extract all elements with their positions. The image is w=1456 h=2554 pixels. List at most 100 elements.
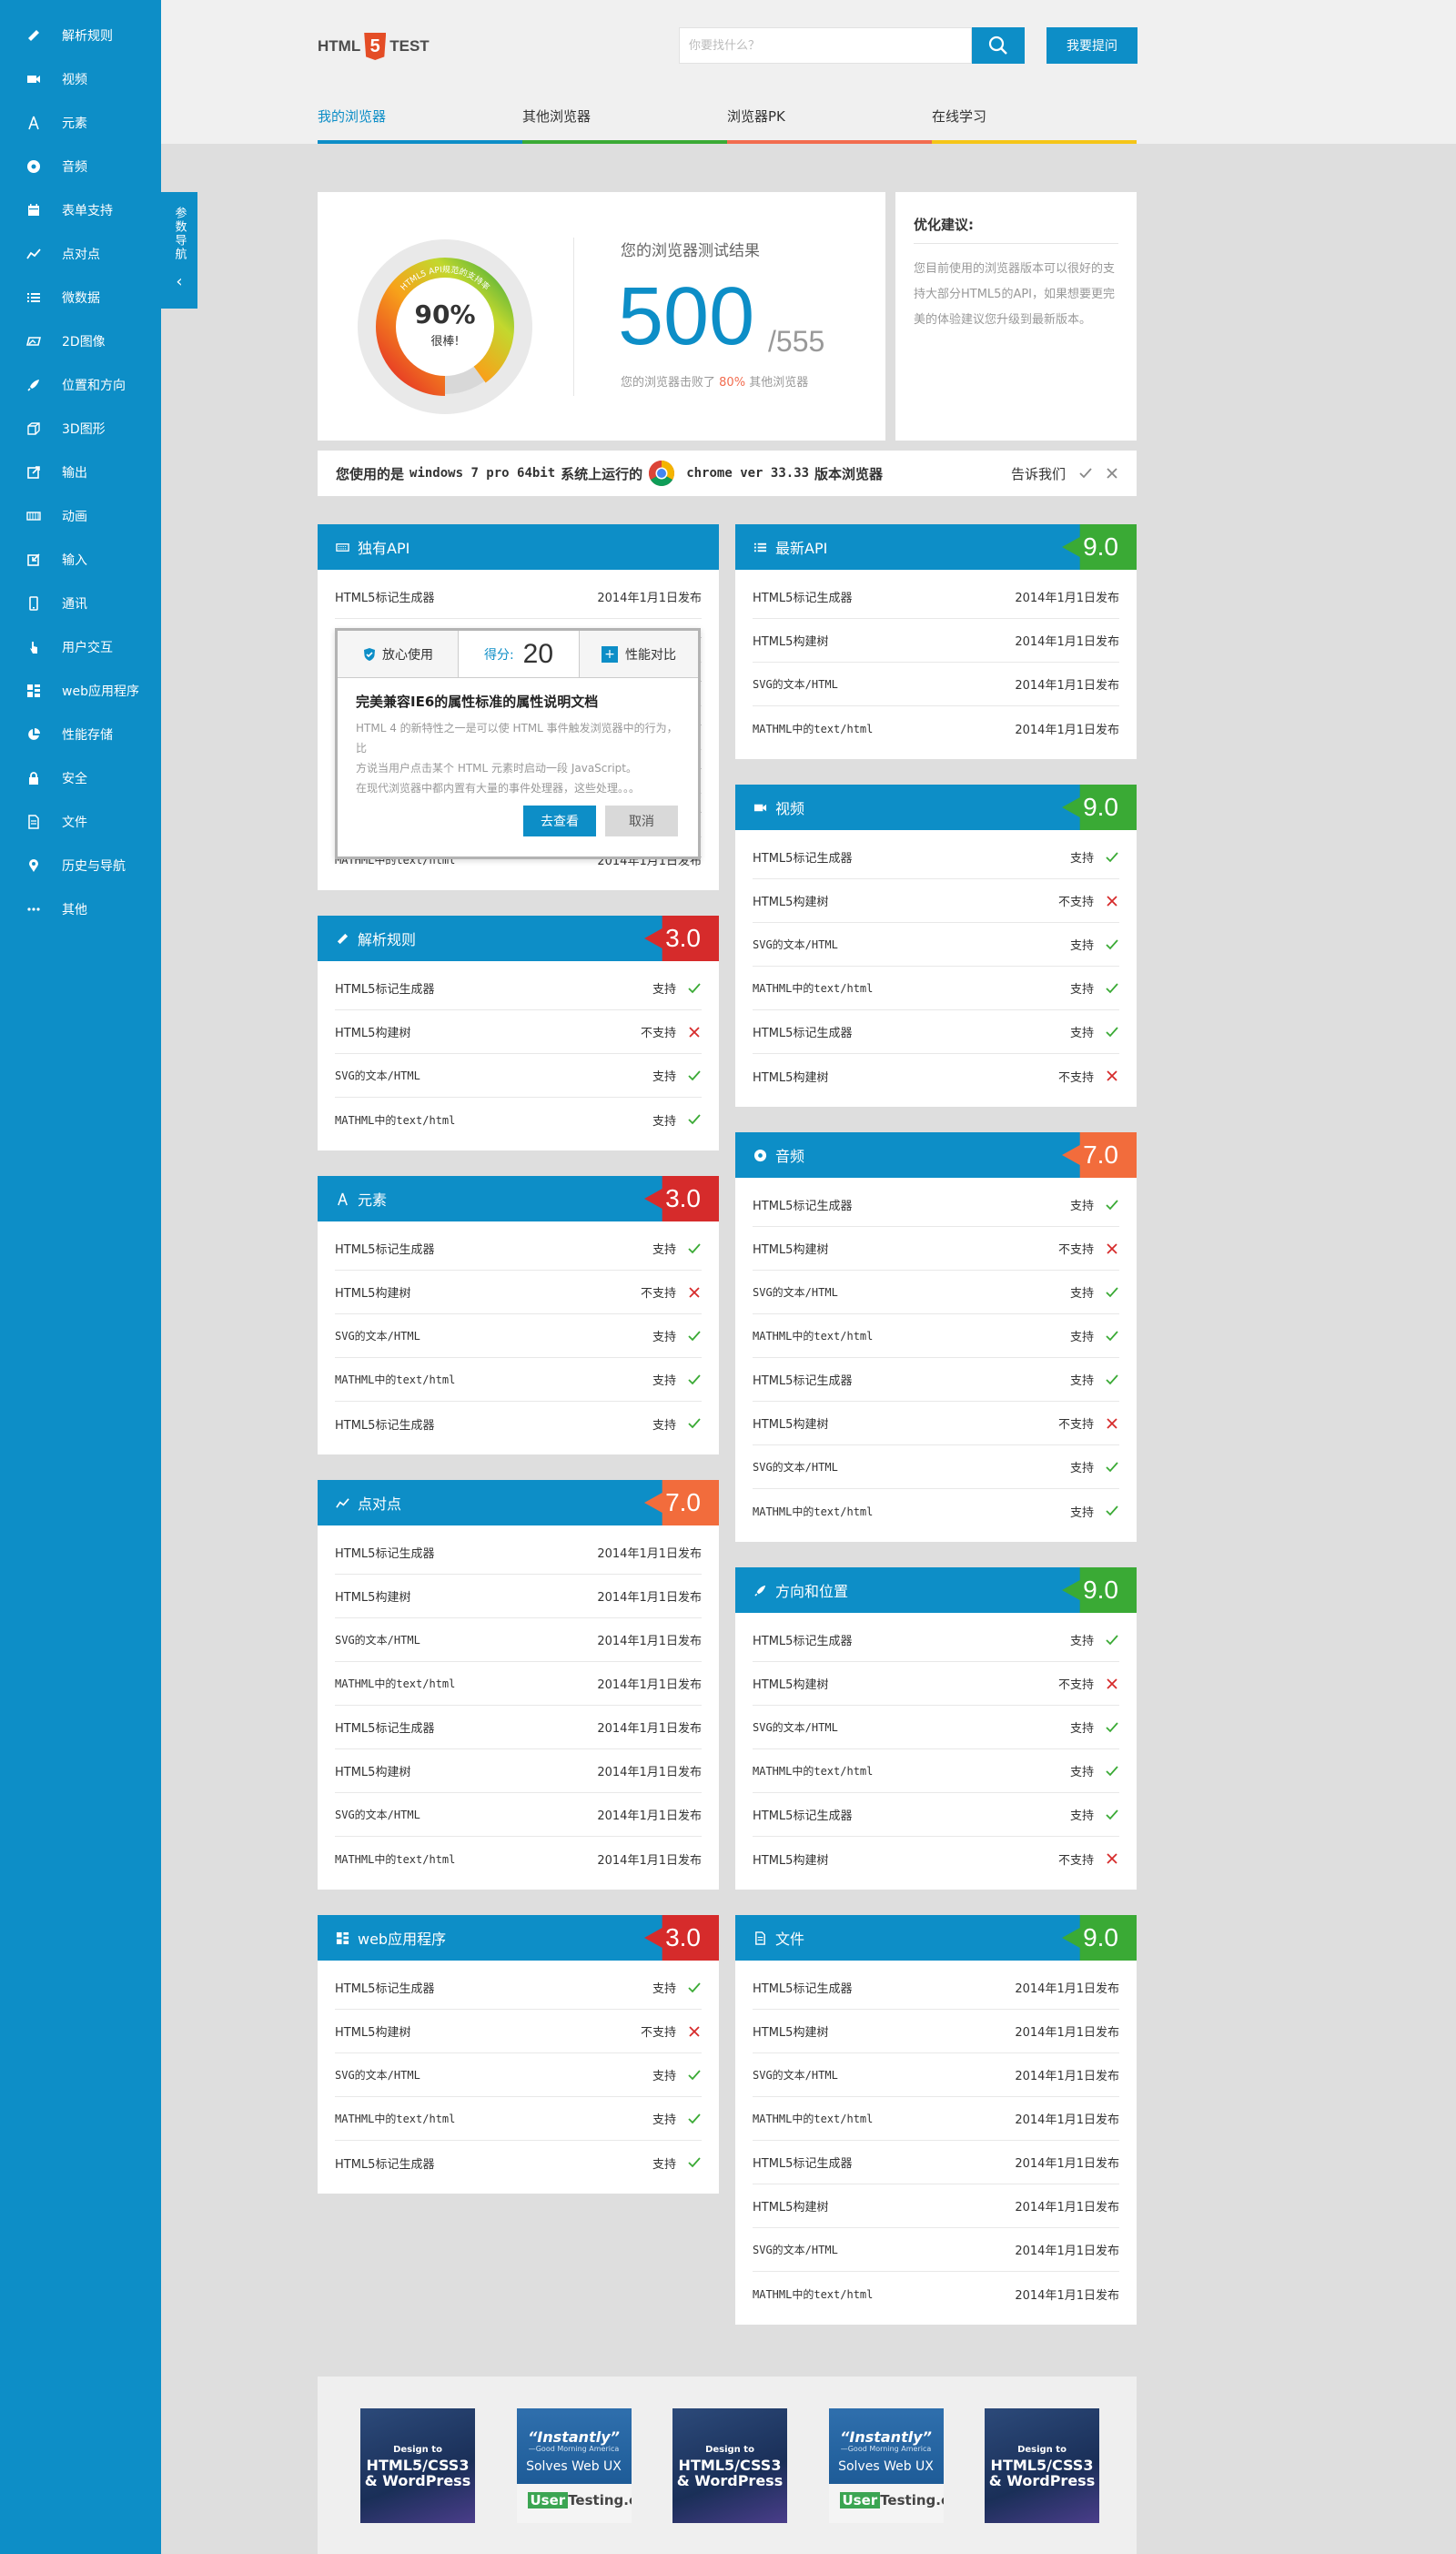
table-row[interactable]: HTML5构建树 不支持 xyxy=(753,1662,1119,1706)
table-row[interactable]: HTML5标记生成器 支持 xyxy=(753,1358,1119,1402)
table-row[interactable]: HTML5标记生成器 2014年1月1日发布 xyxy=(335,1531,702,1575)
table-row[interactable]: MATHML中的text/html 支持 xyxy=(335,2097,702,2141)
sidebar-item[interactable]: 表单支持 xyxy=(0,188,161,232)
sidebar-item[interactable]: 历史与导航 xyxy=(0,844,161,887)
sidebar-item[interactable]: 通讯 xyxy=(0,582,161,625)
table-row[interactable]: HTML5标记生成器 支持 xyxy=(753,1183,1119,1227)
table-row[interactable]: MATHML中的text/html 2014年1月1日发布 xyxy=(335,1837,702,1880)
table-row[interactable]: HTML5构建树 不支持 xyxy=(335,2010,702,2053)
table-row[interactable]: HTML5构建树 不支持 xyxy=(335,1271,702,1314)
logo[interactable]: HTML 5 TEST xyxy=(318,33,430,60)
sidebar-item[interactable]: 动画 xyxy=(0,494,161,538)
table-row[interactable]: HTML5标记生成器 支持 xyxy=(335,967,702,1010)
table-row[interactable]: HTML5构建树 2014年1月1日发布 xyxy=(753,2184,1119,2228)
sidebar-item[interactable]: 视频 xyxy=(0,57,161,101)
table-row[interactable]: HTML5标记生成器 支持 xyxy=(335,1966,702,2010)
table-row[interactable]: MATHML中的text/html 2014年1月1日发布 xyxy=(753,706,1119,750)
sidebar-toggle-tab[interactable]: 参数导航 ‹ xyxy=(161,192,197,309)
row-name: HTML5标记生成器 xyxy=(753,1809,853,1823)
sidebar-item[interactable]: 输出 xyxy=(0,451,161,494)
close-icon[interactable] xyxy=(1106,467,1118,480)
table-row[interactable]: HTML5标记生成器 2014年1月1日发布 xyxy=(753,1966,1119,2010)
table-row[interactable]: SVG的文本/HTML 2014年1月1日发布 xyxy=(753,2228,1119,2272)
table-row[interactable]: HTML5标记生成器 2014年1月1日发布 xyxy=(753,2141,1119,2184)
table-row[interactable]: SVG的文本/HTML 2014年1月1日发布 xyxy=(753,2053,1119,2097)
table-row[interactable]: SVG的文本/HTML 2014年1月1日发布 xyxy=(335,1793,702,1837)
table-row[interactable]: HTML5构建树 不支持 xyxy=(753,879,1119,923)
tell-us-link[interactable]: 告诉我们 xyxy=(1011,464,1066,483)
table-row[interactable]: SVG的文本/HTML 2014年1月1日发布 xyxy=(753,663,1119,706)
table-row[interactable]: HTML5标记生成器 支持 xyxy=(753,1793,1119,1837)
sidebar-item[interactable]: 点对点 xyxy=(0,232,161,276)
search-input[interactable] xyxy=(679,27,972,64)
sidebar-item[interactable]: web应用程序 xyxy=(0,669,161,713)
table-row[interactable]: SVG的文本/HTML 支持 xyxy=(753,923,1119,967)
table-row[interactable]: HTML5构建树 2014年1月1日发布 xyxy=(753,2010,1119,2053)
sidebar-item[interactable]: 性能存储 xyxy=(0,713,161,756)
table-row[interactable]: MATHML中的text/html 支持 xyxy=(753,1489,1119,1533)
sidebar-item[interactable]: 解析规则 xyxy=(0,14,161,57)
table-row[interactable]: HTML5构建树 不支持 xyxy=(753,1402,1119,1445)
popup-safe-tab[interactable]: 放心使用 xyxy=(338,631,459,677)
table-row[interactable]: HTML5构建树 2014年1月1日发布 xyxy=(335,1749,702,1793)
table-row[interactable]: HTML5构建树 不支持 xyxy=(753,1054,1119,1098)
table-row[interactable]: HTML5构建树 不支持 xyxy=(335,1010,702,1054)
row-name: HTML5标记生成器 xyxy=(753,852,853,866)
sidebar-item[interactable]: 位置和方向 xyxy=(0,363,161,407)
tab[interactable]: 我的浏览器 xyxy=(318,91,522,144)
ad-banner[interactable]: Design to HTML5/CSS3 & WordPress xyxy=(985,2408,1099,2523)
table-row[interactable]: HTML5构建树 2014年1月1日发布 xyxy=(335,1575,702,1618)
tab[interactable]: 浏览器PK xyxy=(727,91,932,144)
confirm-check-icon[interactable] xyxy=(1078,466,1093,481)
ad-banner[interactable]: “Instantly” —Good Morning America Solves W… xyxy=(516,2408,632,2523)
table-row[interactable]: SVG的文本/HTML 支持 xyxy=(335,2053,702,2097)
sidebar-item[interactable]: 微数据 xyxy=(0,276,161,319)
popup-compare-tab[interactable]: + 性能对比 xyxy=(580,631,698,677)
sidebar-item[interactable]: 文件 xyxy=(0,800,161,844)
table-row[interactable]: HTML5标记生成器 2014年1月1日发布 xyxy=(335,575,702,619)
search-button[interactable] xyxy=(972,27,1025,64)
table-row[interactable]: MATHML中的text/html 支持 xyxy=(335,1098,702,1141)
view-button[interactable]: 去查看 xyxy=(523,806,596,836)
table-row[interactable]: MATHML中的text/html 2014年1月1日发布 xyxy=(335,1662,702,1706)
table-row[interactable]: MATHML中的text/html 2014年1月1日发布 xyxy=(753,2097,1119,2141)
sidebar-item[interactable]: 用户交互 xyxy=(0,625,161,669)
table-row[interactable]: MATHML中的text/html 支持 xyxy=(753,967,1119,1010)
table-row[interactable]: HTML5构建树 2014年1月1日发布 xyxy=(753,619,1119,663)
ad-banner[interactable]: “Instantly” —Good Morning America Solves W… xyxy=(828,2408,944,2523)
ad-banner[interactable]: Design to HTML5/CSS3 & WordPress xyxy=(360,2408,475,2523)
ask-question-button[interactable]: 我要提问 xyxy=(1046,27,1138,64)
table-row[interactable]: SVG的文本/HTML 支持 xyxy=(335,1314,702,1358)
table-row[interactable]: HTML5标记生成器 支持 xyxy=(753,1618,1119,1662)
table-row[interactable]: MATHML中的text/html 支持 xyxy=(753,1749,1119,1793)
table-row[interactable]: HTML5标记生成器 支持 xyxy=(335,2141,702,2184)
table-row[interactable]: HTML5标记生成器 2014年1月1日发布 xyxy=(753,575,1119,619)
table-row[interactable]: HTML5标记生成器 支持 xyxy=(335,1227,702,1271)
table-row[interactable]: SVG的文本/HTML 支持 xyxy=(335,1054,702,1098)
sidebar-item[interactable]: 输入 xyxy=(0,538,161,582)
sidebar-item[interactable]: 安全 xyxy=(0,756,161,800)
tab[interactable]: 在线学习 xyxy=(932,91,1137,144)
ad-brand-b: Testing.com xyxy=(880,2492,943,2508)
table-row[interactable]: SVG的文本/HTML 支持 xyxy=(753,1271,1119,1314)
table-row[interactable]: MATHML中的text/html 支持 xyxy=(335,1358,702,1402)
table-row[interactable]: HTML5构建树 不支持 xyxy=(753,1227,1119,1271)
sidebar-item[interactable]: 音频 xyxy=(0,145,161,188)
table-row[interactable]: SVG的文本/HTML 2014年1月1日发布 xyxy=(335,1618,702,1662)
tab[interactable]: 其他浏览器 xyxy=(522,91,727,144)
sidebar-item[interactable]: 其他 xyxy=(0,887,161,931)
table-row[interactable]: HTML5标记生成器 支持 xyxy=(335,1402,702,1445)
table-row[interactable]: HTML5标记生成器 支持 xyxy=(753,1010,1119,1054)
table-row[interactable]: MATHML中的text/html 2014年1月1日发布 xyxy=(753,2272,1119,2316)
cancel-button[interactable]: 取消 xyxy=(605,806,678,836)
table-row[interactable]: MATHML中的text/html 支持 xyxy=(753,1314,1119,1358)
table-row[interactable]: HTML5标记生成器 2014年1月1日发布 xyxy=(335,1706,702,1749)
sidebar-item[interactable]: 元素 xyxy=(0,101,161,145)
table-row[interactable]: SVG的文本/HTML 支持 xyxy=(753,1445,1119,1489)
table-row[interactable]: SVG的文本/HTML 支持 xyxy=(753,1706,1119,1749)
table-row[interactable]: HTML5标记生成器 支持 xyxy=(753,836,1119,879)
sidebar-item[interactable]: 3D图形 xyxy=(0,407,161,451)
ad-banner[interactable]: Design to HTML5/CSS3 & WordPress xyxy=(672,2408,787,2523)
sidebar-item[interactable]: 2D图像 xyxy=(0,319,161,363)
table-row[interactable]: HTML5构建树 不支持 xyxy=(753,1837,1119,1880)
